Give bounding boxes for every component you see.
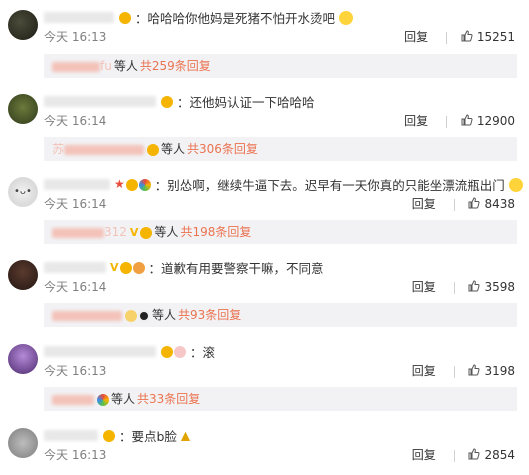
like-button[interactable]: 3598 bbox=[468, 280, 515, 294]
divider bbox=[453, 449, 455, 462]
thumbs-up-icon bbox=[468, 197, 480, 209]
view-replies-link[interactable]: 共306条回复 bbox=[187, 142, 258, 156]
comment-time: 今天 16:13 bbox=[44, 364, 107, 378]
avatar[interactable] bbox=[8, 94, 38, 124]
vip-badge-icon bbox=[102, 429, 115, 442]
reply-user-suffix: fu bbox=[100, 59, 112, 73]
comment-time: 今天 16:14 bbox=[44, 197, 107, 211]
like-button[interactable]: 3198 bbox=[468, 364, 515, 378]
divider bbox=[445, 31, 447, 44]
divider bbox=[453, 365, 455, 378]
username-blurred[interactable] bbox=[44, 346, 156, 357]
view-replies-link[interactable]: 共198条回复 bbox=[180, 225, 251, 239]
comment-text: ：别怂啊，继续牛逼下去。迟早有一天你真的只能坐漂流瓶出门 bbox=[154, 178, 505, 193]
vip-badge-icon bbox=[147, 143, 160, 156]
vip-badge-icon bbox=[140, 226, 153, 239]
comment-time: 今天 16:14 bbox=[44, 114, 107, 128]
divider bbox=[453, 198, 455, 211]
like-count: 15251 bbox=[476, 30, 515, 44]
comment-time: 今天 16:13 bbox=[44, 30, 107, 44]
pig-badge-icon bbox=[173, 345, 186, 358]
clock-badge-icon bbox=[125, 309, 137, 322]
like-count: 3598 bbox=[484, 280, 515, 294]
reply-button[interactable]: 回复 bbox=[412, 446, 436, 463]
divider bbox=[445, 115, 447, 128]
rainbow-badge-icon bbox=[97, 393, 109, 406]
username-blurred[interactable] bbox=[44, 179, 110, 190]
divider bbox=[453, 281, 455, 294]
reply-button[interactable]: 回复 bbox=[412, 195, 436, 212]
like-count: 2854 bbox=[484, 448, 515, 462]
vip-badge-icon bbox=[119, 261, 132, 274]
reply-user-prefix: 苏 bbox=[52, 142, 65, 156]
smile-emoji-icon bbox=[338, 10, 353, 25]
v-badge-icon: V bbox=[129, 226, 139, 239]
username-blurred[interactable] bbox=[44, 12, 114, 23]
v-badge-icon: V bbox=[109, 261, 119, 274]
comment-text: ：道歉有用要警察干嘛，不同意 bbox=[148, 261, 324, 276]
avatar[interactable] bbox=[8, 260, 38, 290]
like-button[interactable]: 8438 bbox=[468, 197, 515, 211]
others-label: 等人 bbox=[152, 308, 177, 322]
username-blurred[interactable] bbox=[44, 96, 156, 107]
like-count: 12900 bbox=[476, 114, 515, 128]
reply-button[interactable]: 回复 bbox=[404, 28, 428, 45]
reply-user-blurred[interactable] bbox=[52, 227, 104, 238]
like-count: 3198 bbox=[484, 364, 515, 378]
replies-summary[interactable]: 312 V 等人 共198条回复 bbox=[44, 220, 517, 244]
replies-summary[interactable]: fu 等人 共259条回复 bbox=[44, 54, 517, 78]
others-label: 等人 bbox=[111, 392, 136, 406]
avatar[interactable] bbox=[8, 10, 38, 40]
comment-time: 今天 16:13 bbox=[44, 448, 107, 462]
reply-button[interactable]: 回复 bbox=[404, 112, 428, 129]
comment-text: ：要点b脸 bbox=[118, 429, 177, 444]
smile-emoji-icon bbox=[508, 177, 523, 192]
thumbs-up-icon bbox=[468, 364, 480, 376]
thumbs-up-icon bbox=[461, 30, 473, 42]
reply-user-blurred[interactable] bbox=[52, 61, 100, 72]
reply-user-blurred[interactable] bbox=[52, 394, 94, 405]
view-replies-link[interactable]: 共259条回复 bbox=[140, 59, 211, 73]
like-count: 8438 bbox=[484, 197, 515, 211]
thumbs-up-icon bbox=[461, 114, 473, 126]
comment-time: 今天 16:14 bbox=[44, 280, 107, 294]
vip-badge-icon bbox=[160, 345, 173, 358]
view-replies-link[interactable]: 共33条回复 bbox=[137, 392, 200, 406]
vip-badge-icon bbox=[160, 95, 173, 108]
comment-text: ：滚 bbox=[189, 345, 215, 360]
medal-badge-icon bbox=[132, 261, 145, 274]
avatar[interactable] bbox=[8, 177, 38, 207]
username-blurred[interactable] bbox=[44, 262, 106, 273]
others-label: 等人 bbox=[161, 142, 186, 156]
panda-badge-icon bbox=[138, 309, 150, 322]
praying-hands-emoji-icon: ▲ bbox=[180, 428, 191, 443]
reply-user-blurred[interactable] bbox=[64, 144, 145, 155]
username-blurred[interactable] bbox=[44, 430, 98, 441]
comment-text: ：哈哈哈你他妈是死猪不怕开水烫吧 bbox=[134, 11, 335, 26]
avatar[interactable] bbox=[8, 428, 38, 458]
like-button[interactable]: 15251 bbox=[461, 30, 515, 44]
like-button[interactable]: 2854 bbox=[468, 448, 515, 462]
reply-button[interactable]: 回复 bbox=[412, 278, 436, 295]
others-label: 等人 bbox=[154, 225, 179, 239]
replies-summary[interactable]: 苏 等人 共306条回复 bbox=[44, 137, 517, 161]
like-button[interactable]: 12900 bbox=[461, 114, 515, 128]
vip-badge-icon bbox=[125, 178, 138, 191]
reply-user-suffix: 312 bbox=[104, 225, 127, 239]
vip-badge-icon bbox=[118, 11, 131, 24]
thumbs-up-icon bbox=[468, 448, 480, 460]
thumbs-up-icon bbox=[468, 280, 480, 292]
comment-text: ：还他妈认证一下哈哈哈 bbox=[176, 95, 315, 110]
reply-button[interactable]: 回复 bbox=[412, 362, 436, 379]
others-label: 等人 bbox=[113, 59, 138, 73]
star-badge-icon: ★ bbox=[113, 177, 125, 191]
rainbow-badge-icon bbox=[138, 178, 151, 191]
avatar[interactable] bbox=[8, 344, 38, 374]
replies-summary[interactable]: 等人 共93条回复 bbox=[44, 303, 517, 327]
replies-summary[interactable]: 等人 共33条回复 bbox=[44, 387, 517, 411]
view-replies-link[interactable]: 共93条回复 bbox=[178, 308, 241, 322]
reply-user-blurred[interactable] bbox=[52, 310, 122, 321]
